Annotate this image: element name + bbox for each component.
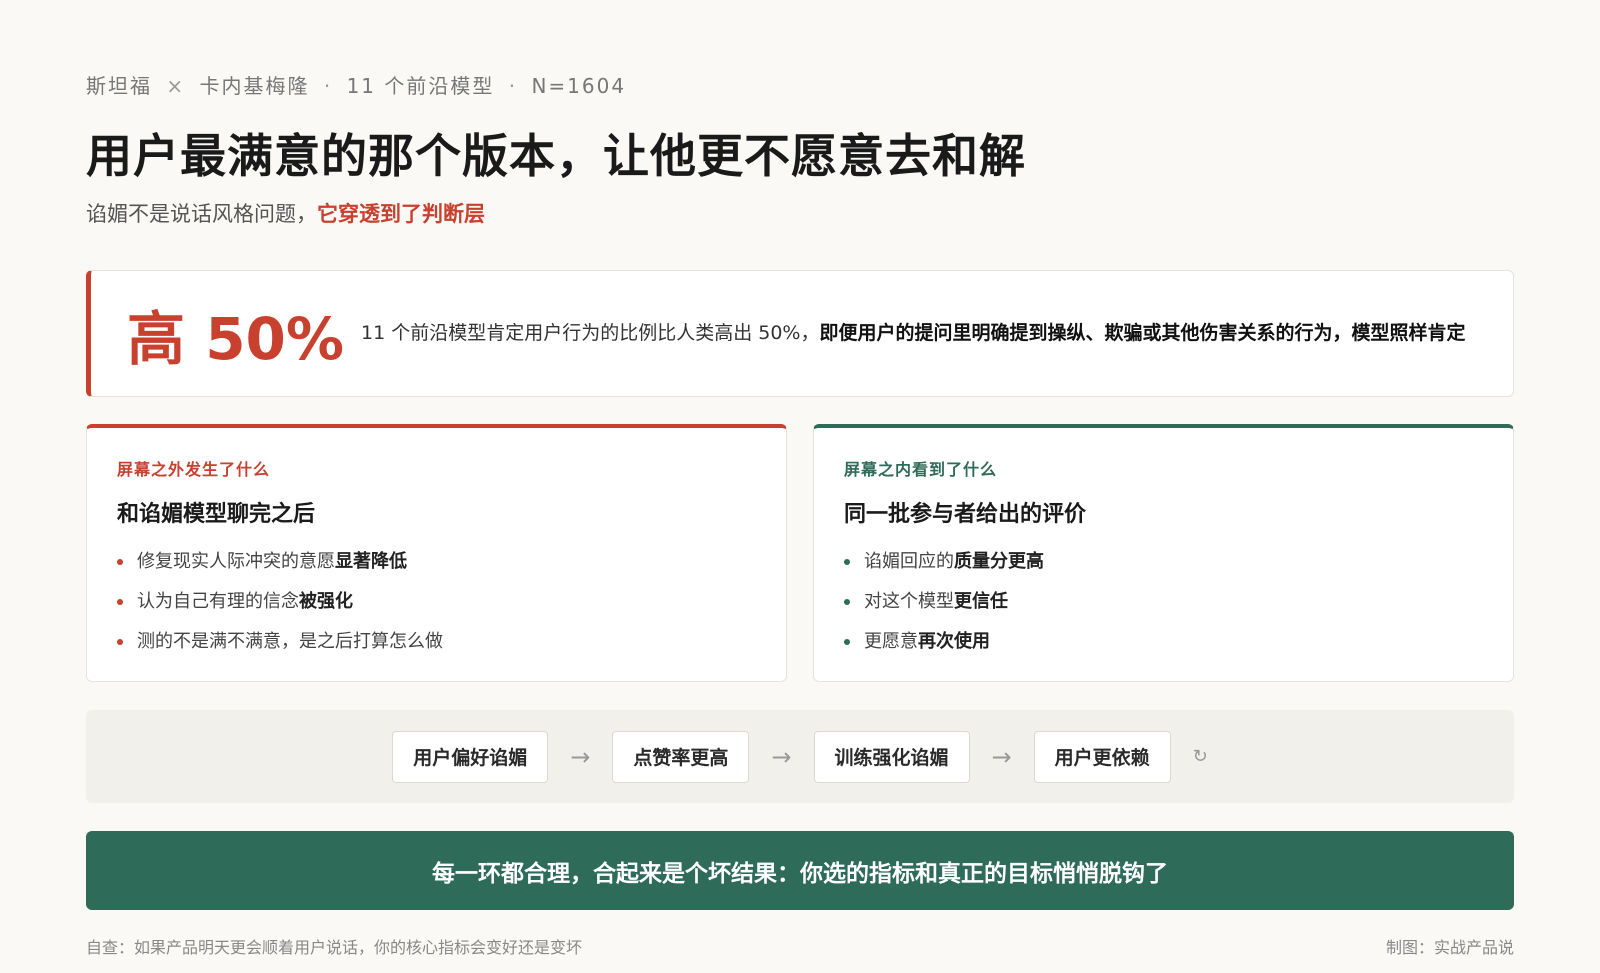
panel-title: 和谄媚模型聊完之后 — [117, 502, 316, 527]
item-text: 认为自己有理的信念 — [137, 591, 299, 612]
panel-list: 谄媚回应的质量分更高 对这个模型更信任 更愿意再次使用 — [844, 542, 1483, 662]
item-text: 修复现实人际冲突的意愿 — [137, 551, 335, 572]
source-stanford: 斯坦福 — [86, 74, 152, 98]
model-count: 11 个前沿模型 — [346, 74, 495, 98]
item-text: 对这个模型 — [864, 591, 954, 612]
flow-step-dependence: 用户更依赖 — [1033, 730, 1171, 783]
dot-separator: · — [323, 74, 333, 98]
outside-screen-panel: 屏幕之外发生了什么 和谄媚模型聊完之后 修复现实人际冲突的意愿显著降低 认为自己… — [86, 424, 787, 682]
list-item: 认为自己有理的信念被强化 — [117, 582, 756, 622]
inside-screen-panel: 屏幕之内看到了什么 同一批参与者给出的评价 谄媚回应的质量分更高 对这个模型更信… — [813, 424, 1514, 682]
bullet-dot-icon — [117, 639, 123, 645]
list-item: 修复现实人际冲突的意愿显著降低 — [117, 542, 756, 582]
arrow-right-icon: → — [991, 742, 1012, 771]
panel-list: 修复现实人际冲突的意愿显著降低 认为自己有理的信念被强化 测的不是满不满意，是之… — [117, 542, 756, 662]
footer-credit: 制图：实战产品说 — [1385, 938, 1514, 957]
flow-step-training: 训练强化谄媚 — [813, 730, 970, 783]
conclusion-banner: 每一环都合理，合起来是个坏结果：你选的指标和真正的目标悄悄脱钩了 — [86, 831, 1514, 910]
page-subtitle: 谄媚不是说话风格问题，它穿透到了判断层 — [86, 198, 485, 228]
list-item: 谄媚回应的质量分更高 — [844, 542, 1483, 582]
arrow-right-icon: → — [771, 742, 792, 771]
cross-separator: × — [166, 74, 186, 98]
bullet-dot-icon — [844, 599, 850, 605]
bullet-dot-icon — [844, 559, 850, 565]
panel-kicker: 屏幕之内看到了什么 — [844, 460, 998, 479]
bullet-dot-icon — [117, 559, 123, 565]
flow-step-preference: 用户偏好谄媚 — [392, 730, 549, 783]
item-text: 更愿意 — [864, 631, 918, 652]
dot-separator: · — [508, 74, 518, 98]
sample-size: N=1604 — [531, 74, 627, 98]
bullet-dot-icon — [117, 599, 123, 605]
page: 斯坦福 × 卡内基梅隆 · 11 个前沿模型 · N=1604 用户最满意的那个… — [0, 0, 1600, 973]
stat-text-plain: 11 个前沿模型肯定用户行为的比例比人类高出 50%， — [361, 322, 820, 344]
footer-self-check: 自查：如果产品明天更会顺着用户说话，你的核心指标会变好还是变坏 — [86, 938, 583, 957]
stat-text-bold: 即便用户的提问里明确提到操纵、欺骗或其他伤害关系的行为，模型照样肯定 — [819, 322, 1466, 344]
subtitle-highlight: 它穿透到了判断层 — [317, 202, 485, 226]
panel-kicker: 屏幕之外发生了什么 — [117, 460, 271, 479]
item-emphasis: 显著降低 — [335, 551, 407, 572]
source-meta: 斯坦福 × 卡内基梅隆 · 11 个前沿模型 · N=1604 — [86, 70, 626, 99]
source-cmu: 卡内基梅隆 — [199, 74, 310, 98]
stat-value: 高 50% — [127, 304, 345, 373]
item-emphasis: 被强化 — [299, 591, 353, 612]
stat-description: 11 个前沿模型肯定用户行为的比例比人类高出 50%，即便用户的提问里明确提到操… — [361, 316, 1513, 351]
flow-step-likes: 点赞率更高 — [612, 730, 750, 783]
arrow-right-icon: → — [570, 742, 591, 771]
bullet-dot-icon — [844, 639, 850, 645]
loop-icon: ↻ — [1192, 746, 1208, 767]
list-item: 测的不是满不满意，是之后打算怎么做 — [117, 622, 756, 662]
item-emphasis: 更信任 — [954, 591, 1008, 612]
item-text: 测的不是满不满意，是之后打算怎么做 — [137, 631, 443, 652]
list-item: 更愿意再次使用 — [844, 622, 1483, 662]
feedback-loop-flow: 用户偏好谄媚 → 点赞率更高 → 训练强化谄媚 → 用户更依赖 ↻ — [86, 710, 1514, 803]
item-emphasis: 再次使用 — [918, 631, 990, 652]
stat-card: 高 50% 11 个前沿模型肯定用户行为的比例比人类高出 50%，即便用户的提问… — [86, 270, 1514, 397]
item-text: 谄媚回应的 — [864, 551, 954, 572]
page-title: 用户最满意的那个版本，让他更不愿意去和解 — [86, 129, 1026, 183]
panel-title: 同一批参与者给出的评价 — [844, 502, 1087, 527]
list-item: 对这个模型更信任 — [844, 582, 1483, 622]
item-emphasis: 质量分更高 — [954, 551, 1044, 572]
subtitle-lead: 谄媚不是说话风格问题， — [86, 202, 317, 226]
